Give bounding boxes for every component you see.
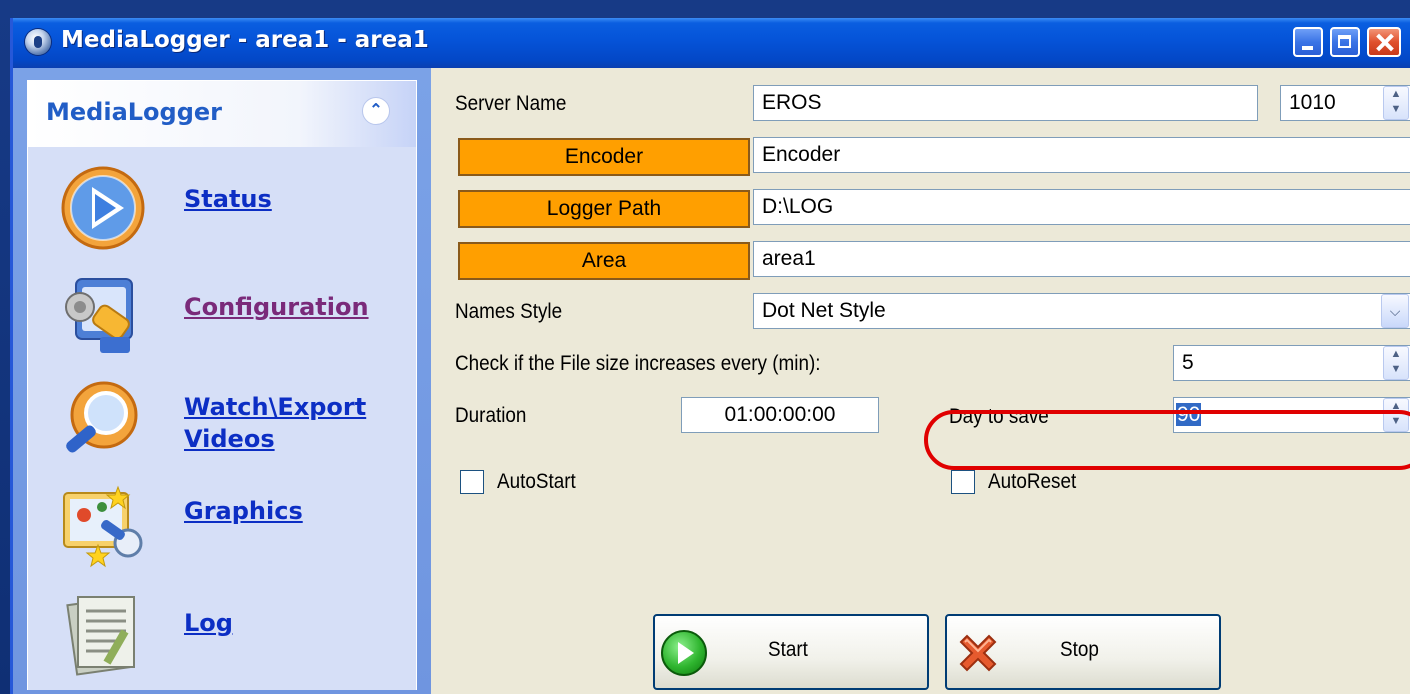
- autoreset-checkbox[interactable]: [951, 470, 975, 494]
- encoder-button[interactable]: Encoder: [458, 138, 750, 176]
- sidebar-item-graphics[interactable]: Graphics: [46, 477, 406, 577]
- check-interval-value: 5: [1182, 351, 1194, 374]
- encoder-input[interactable]: Encoder: [753, 137, 1410, 173]
- graphics-icon: [63, 485, 143, 568]
- start-label: Start: [768, 638, 808, 661]
- sidebar-item-label[interactable]: Configuration: [184, 291, 369, 323]
- play-icon: [61, 166, 145, 250]
- stop-button[interactable]: Stop: [945, 614, 1221, 690]
- sidebar-item-label[interactable]: Graphics: [184, 495, 303, 527]
- names-style-label: Names Style: [455, 300, 563, 323]
- check-interval-label: Check if the File size increases every (…: [455, 352, 821, 375]
- autostart-checkbox[interactable]: [460, 470, 484, 494]
- sidebar-item-log[interactable]: Log: [46, 585, 406, 685]
- start-play-icon: [661, 630, 707, 676]
- collapse-chevron-icon[interactable]: ⌃: [362, 97, 390, 125]
- server-name-input[interactable]: EROS: [753, 85, 1258, 121]
- sidebar-item-label[interactable]: Status: [184, 183, 272, 215]
- autoreset-label: AutoReset: [988, 470, 1077, 493]
- day-to-save-value: 90: [1176, 403, 1202, 426]
- nav-title: MediaLogger: [46, 98, 223, 126]
- log-document-icon: [66, 596, 135, 676]
- app-icon[interactable]: [25, 29, 51, 55]
- stop-x-icon: [959, 634, 997, 672]
- autostart-label: AutoStart: [497, 470, 576, 493]
- logger-path-input[interactable]: D:\LOG: [753, 189, 1410, 225]
- sidebar-item-status[interactable]: Status: [46, 159, 406, 259]
- names-style-select[interactable]: Dot Net Style: [753, 293, 1410, 329]
- minimize-button[interactable]: [1293, 27, 1323, 57]
- magnifier-icon: [66, 381, 138, 453]
- port-spin-arrows-icon[interactable]: ▲ ▼: [1383, 86, 1409, 120]
- window-title: MediaLogger - area1 - area1: [61, 27, 429, 53]
- chevron-down-icon[interactable]: ⌵: [1381, 294, 1409, 328]
- sidebar-item-label[interactable]: Watch\Export Videos: [184, 391, 366, 455]
- duration-label: Duration: [455, 404, 527, 427]
- day-to-save-stepper[interactable]: 90: [1173, 397, 1410, 433]
- area-button[interactable]: Area: [458, 242, 750, 280]
- start-button[interactable]: Start: [653, 614, 929, 690]
- sidebar-item-watch-export-videos[interactable]: Watch\Export Videos: [46, 371, 406, 471]
- sidebar-item-label[interactable]: Log: [184, 607, 233, 639]
- configuration-tools-icon: [65, 278, 133, 353]
- sidebar-item-configuration[interactable]: Configuration: [46, 267, 406, 367]
- server-name-label: Server Name: [455, 92, 567, 115]
- title-bar[interactable]: MediaLogger - area1 - area1: [13, 18, 1410, 68]
- day-to-save-spin-arrows-icon[interactable]: ▲ ▼: [1383, 398, 1409, 432]
- nav-header: MediaLogger ⌃: [28, 81, 416, 147]
- check-interval-stepper[interactable]: 5: [1173, 345, 1410, 381]
- sidebar: MediaLogger ⌃ Status Configuration Watch…: [13, 68, 431, 694]
- navigation-panel: MediaLogger ⌃ Status Configuration Watch…: [27, 80, 417, 690]
- area-input[interactable]: area1: [753, 241, 1410, 277]
- day-to-save-label: Day to save: [949, 405, 1049, 428]
- logger-path-button[interactable]: Logger Path: [458, 190, 750, 228]
- stop-label: Stop: [1060, 638, 1099, 661]
- duration-input[interactable]: 01:00:00:00: [681, 397, 879, 433]
- configuration-panel: Server Name EROS 1010 ▲ ▼ Encoder Encoder…: [431, 68, 1410, 694]
- maximize-button[interactable]: [1330, 27, 1360, 57]
- check-interval-spin-arrows-icon[interactable]: ▲ ▼: [1383, 346, 1409, 380]
- close-button[interactable]: [1367, 27, 1401, 57]
- medialogger-window: MediaLogger - area1 - area1 MediaLogger …: [10, 18, 1410, 694]
- port-value: 1010: [1289, 91, 1336, 114]
